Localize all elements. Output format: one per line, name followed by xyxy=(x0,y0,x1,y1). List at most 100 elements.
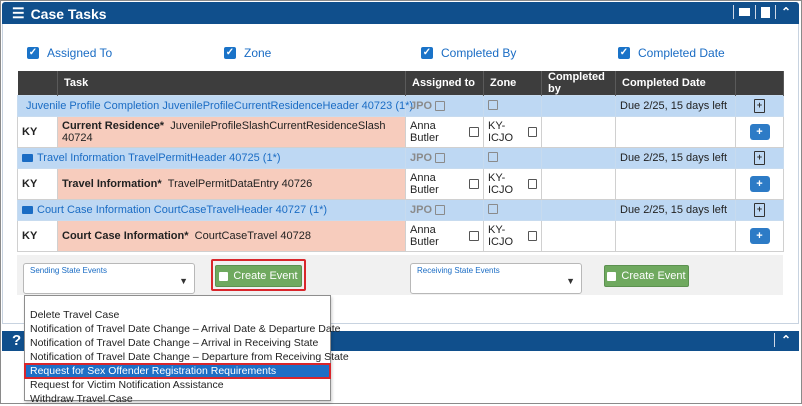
dropdown-option[interactable]: Notification of Travel Date Change – Dep… xyxy=(25,350,349,364)
document-icon[interactable] xyxy=(760,6,770,18)
task-name: Travel Information* xyxy=(62,178,162,190)
column-filters: ✓ Assigned To ✓ Zone ✓ Completed By ✓ Co… xyxy=(0,46,800,62)
dropdown-option-selected[interactable]: Request for Sex Offender Registration Re… xyxy=(24,363,331,379)
add-document-icon[interactable]: + xyxy=(754,151,765,165)
group-zone-cell xyxy=(483,95,542,117)
edit-icon[interactable] xyxy=(528,179,537,189)
create-event-label: Create Event xyxy=(233,270,298,282)
col-state xyxy=(17,71,58,96)
chevron-up-icon[interactable]: ⌃ xyxy=(781,5,791,19)
assigned-name: Anna Butler xyxy=(410,172,439,196)
panel-title: ☰ Case Tasks xyxy=(12,5,107,22)
completed-date-cell xyxy=(615,220,736,252)
checkbox-checked-icon[interactable]: ✓ xyxy=(27,47,39,59)
sending-events-dropdown: Delete Travel Case Notification of Trave… xyxy=(24,295,349,405)
assigned-role: JPO xyxy=(410,152,433,164)
group-task-link[interactable]: Court Case Information CourtCaseTravelHe… xyxy=(37,204,327,216)
divider xyxy=(774,5,776,19)
receiving-state-events-select[interactable]: Receiving State Events ▼ xyxy=(410,263,582,294)
dropdown-option[interactable]: Request for Victim Notification Assistan… xyxy=(25,378,330,392)
state-code: KY xyxy=(17,168,58,200)
edit-icon[interactable] xyxy=(488,151,498,162)
create-event-button-sending[interactable]: Create Event xyxy=(215,265,302,287)
dropdown-option[interactable]: Notification of Travel Date Change – Arr… xyxy=(25,322,341,336)
zone-cell: KY-ICJO xyxy=(483,220,542,252)
group-zone-cell xyxy=(483,199,542,221)
filter-zone[interactable]: ✓ Zone xyxy=(224,46,271,60)
action-cell: + xyxy=(735,168,784,200)
add-document-icon[interactable]: + xyxy=(754,203,765,217)
zone-value: KY-ICJO xyxy=(488,172,514,196)
group-task-link[interactable]: Juvenile Profile Completion JuvenileProf… xyxy=(26,100,413,112)
group-task-cell[interactable]: Court Case Information CourtCaseTravelHe… xyxy=(17,199,406,221)
add-document-icon[interactable]: + xyxy=(754,99,765,113)
group-completed-by-cell xyxy=(541,199,616,221)
folder-icon xyxy=(22,154,33,162)
filter-assigned-to[interactable]: ✓ Assigned To xyxy=(27,46,112,60)
completed-by-cell xyxy=(541,168,616,200)
filter-completed-date[interactable]: ✓ Completed Date xyxy=(618,46,725,60)
edit-icon[interactable] xyxy=(435,153,446,163)
envelope-icon[interactable] xyxy=(738,8,750,16)
checkbox-checked-icon[interactable]: ✓ xyxy=(618,47,630,59)
zone-value: KY-ICJO xyxy=(488,120,514,144)
help-header-actions: ⌃ xyxy=(773,333,791,347)
group-assigned-cell: JPO xyxy=(405,95,484,117)
assigned-name: Anna Butler xyxy=(410,120,439,144)
case-tasks-header: ☰ Case Tasks ⌃ xyxy=(2,2,799,24)
chevron-up-icon[interactable]: ⌃ xyxy=(781,333,791,347)
edit-icon[interactable] xyxy=(435,101,446,111)
assigned-cell: Anna Butler xyxy=(405,116,484,148)
receiving-events-label: Receiving State Events xyxy=(417,266,500,275)
edit-icon[interactable] xyxy=(488,203,498,214)
sending-state-events-select[interactable]: Sending State Events ▼ xyxy=(23,263,195,294)
task-detail: CourtCaseTravel 40728 xyxy=(194,230,312,242)
edit-icon[interactable] xyxy=(488,99,498,110)
events-bar: Sending State Events ▼ Create Event Rece… xyxy=(17,255,783,295)
group-due-cell: Due 2/25, 15 days left xyxy=(615,147,736,169)
filter-completed-by[interactable]: ✓ Completed By xyxy=(421,46,516,60)
checkbox-checked-icon[interactable]: ✓ xyxy=(421,47,433,59)
edit-icon[interactable] xyxy=(528,127,537,137)
edit-icon[interactable] xyxy=(469,127,479,137)
task-group-row: Court Case Information CourtCaseTravelHe… xyxy=(17,199,784,221)
folder-icon xyxy=(22,206,33,214)
task-cell: Court Case Information* CourtCaseTravel … xyxy=(57,220,406,252)
action-cell: + xyxy=(735,220,784,252)
group-completed-by-cell xyxy=(541,147,616,169)
group-action-cell: + xyxy=(735,95,784,117)
state-code: KY xyxy=(17,116,58,148)
zone-value: KY-ICJO xyxy=(488,224,514,248)
checkbox-checked-icon[interactable]: ✓ xyxy=(224,47,236,59)
group-assigned-cell: JPO xyxy=(405,147,484,169)
create-event-button-receiving[interactable]: Create Event xyxy=(604,265,689,287)
edit-icon[interactable] xyxy=(435,205,446,215)
filter-label: Completed By xyxy=(441,46,517,60)
group-task-link[interactable]: Travel Information TravelPermitHeader 40… xyxy=(37,152,281,164)
group-task-cell[interactable]: Travel Information TravelPermitHeader 40… xyxy=(17,147,406,169)
zone-cell: KY-ICJO xyxy=(483,116,542,148)
dropdown-option[interactable]: Delete Travel Case xyxy=(25,308,330,322)
zone-cell: KY-ICJO xyxy=(483,168,542,200)
task-group-row: Juvenile Profile Completion JuvenileProf… xyxy=(17,95,784,117)
task-name: Current Residence* xyxy=(62,120,165,132)
list-icon: ☰ xyxy=(12,5,25,21)
edit-icon[interactable] xyxy=(528,231,537,241)
completed-date-cell xyxy=(615,168,736,200)
col-zone: Zone xyxy=(483,71,542,96)
filter-label: Completed Date xyxy=(638,46,725,60)
group-task-cell[interactable]: Juvenile Profile Completion JuvenileProf… xyxy=(17,95,413,117)
task-group-row: Travel Information TravelPermitHeader 40… xyxy=(17,147,784,169)
dropdown-option[interactable]: Notification of Travel Date Change – Arr… xyxy=(25,336,330,350)
task-cell: Current Residence* JuvenileProfileSlashC… xyxy=(57,116,406,148)
col-actions xyxy=(735,71,784,96)
edit-icon[interactable] xyxy=(469,231,479,241)
divider xyxy=(732,5,734,19)
task-detail-row: KY Travel Information* TravelPermitDataE… xyxy=(17,168,784,200)
add-button[interactable]: + xyxy=(749,176,770,192)
question-icon[interactable]: ? xyxy=(12,332,21,349)
edit-icon[interactable] xyxy=(469,179,479,189)
add-button[interactable]: + xyxy=(749,228,770,244)
task-detail: TravelPermitDataEntry 40726 xyxy=(167,178,313,190)
add-button[interactable]: + xyxy=(749,124,770,140)
